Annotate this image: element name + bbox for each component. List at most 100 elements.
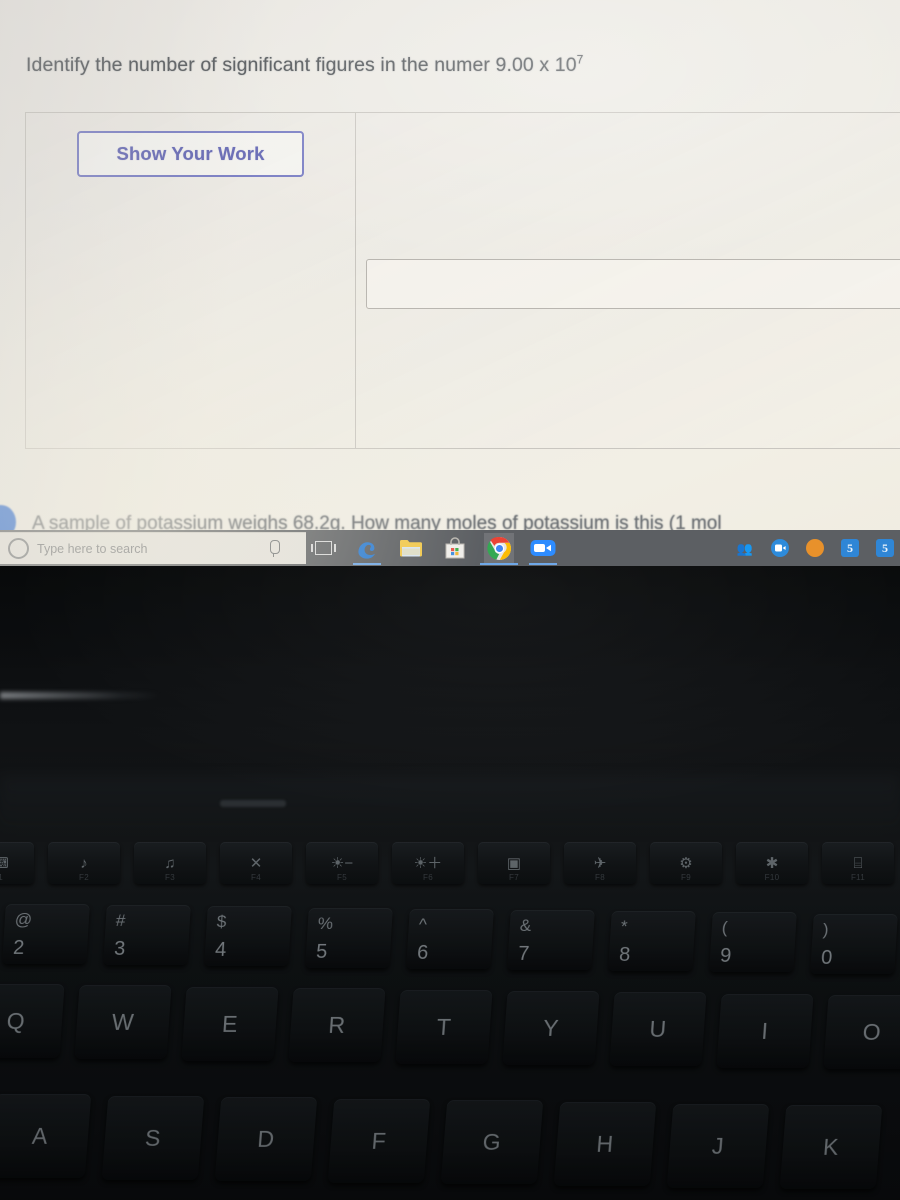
letter-key-k-label: K — [822, 1133, 840, 1160]
f2-key-speaker-down-label: F2 — [79, 873, 89, 882]
number-key-3-shift-label: # — [115, 911, 126, 931]
number-key-0-label: 0 — [820, 946, 833, 969]
letter-key-h[interactable]: H — [553, 1102, 657, 1186]
f5-key-brightness-down[interactable]: ☀− F5 — [306, 842, 378, 884]
number-key-6-shift-label: ^ — [418, 914, 428, 934]
letter-key-o[interactable]: O — [823, 995, 900, 1070]
f8-key-airplane[interactable]: ✈ F8 — [564, 842, 636, 884]
number-key-8-label: 8 — [618, 944, 631, 967]
f7-key-display-switch[interactable]: ▣ F7 — [478, 842, 550, 884]
tray-badge-label-1: 5 — [841, 539, 859, 557]
letter-key-j-label: J — [711, 1132, 726, 1159]
letter-key-r[interactable]: R — [288, 988, 386, 1063]
f9-key-settings-glyph: ⚙ — [679, 854, 693, 872]
f3-key-speaker-up-label: F3 — [165, 873, 175, 882]
letter-key-d[interactable]: D — [214, 1097, 318, 1182]
f4-key-mute-label: F4 — [251, 873, 261, 882]
f10-key-bluetooth[interactable]: ✱ F10 — [736, 842, 808, 884]
tray-people-share-icon[interactable]: 👥 — [734, 537, 756, 559]
number-key-9[interactable]: (9 — [709, 912, 797, 973]
letter-key-a[interactable]: A — [0, 1094, 92, 1178]
taskbar-app-zoom[interactable] — [528, 533, 558, 565]
number-key-8[interactable]: * 8 — [608, 911, 696, 972]
f5-key-brightness-down-glyph: ☀− — [330, 854, 354, 872]
letter-key-y[interactable]: Y — [502, 991, 600, 1065]
letter-key-s[interactable]: S — [101, 1095, 205, 1180]
taskbar-app-microsoft-store[interactable] — [440, 533, 470, 563]
letter-key-a-label: A — [31, 1122, 49, 1149]
f7-key-display-switch-glyph: ▣ — [506, 854, 522, 872]
tray-skype-icon-2[interactable]: 5 — [874, 537, 896, 559]
number-key-4-label: 4 — [214, 939, 227, 962]
letter-key-q[interactable]: Q — [0, 984, 65, 1058]
letter-key-g[interactable]: G — [440, 1100, 544, 1185]
taskbar-app-google-chrome[interactable] — [480, 533, 518, 565]
number-key-2[interactable]: @2 — [2, 904, 90, 964]
f3-key-speaker-up-glyph: ♫ — [164, 854, 176, 872]
cortana-circle-icon[interactable] — [8, 538, 29, 559]
number-key-0[interactable]: ) 0 — [810, 913, 898, 974]
letter-key-e-label: E — [221, 1010, 239, 1037]
chrome-icon — [486, 536, 511, 560]
f2-key-speaker-down[interactable]: ♪ F2 — [48, 842, 120, 884]
letter-key-u[interactable]: U — [609, 992, 707, 1067]
letter-key-s-label: S — [144, 1124, 162, 1151]
keyboard-deck-shadow — [0, 776, 900, 836]
f8-key-airplane-glyph: ✈ — [593, 854, 607, 872]
question-1-exponent: 7 — [576, 52, 584, 67]
letter-key-w-label: W — [111, 1008, 136, 1035]
number-key-4-shift-label: $ — [216, 912, 227, 932]
letter-key-y-label: Y — [542, 1014, 560, 1041]
f10-key-bluetooth-label: F10 — [764, 873, 780, 882]
f1-key-label: F1 — [0, 873, 3, 882]
tray-zoom-icon[interactable] — [769, 537, 791, 559]
letter-key-e[interactable]: E — [181, 986, 279, 1061]
question-text-1: Identify the number of significant figur… — [26, 52, 876, 78]
system-tray: 👥 5 5 — [734, 530, 900, 566]
store-icon — [445, 536, 465, 558]
f4-key-mute[interactable]: ✕ F4 — [220, 842, 292, 884]
function-key-row: ⌨F1 ♪F2 ♫F3 ✕F4 ☀−F5 ☀＋F6 ▣F7 ✈F8 ⚙F9 ✱F10 ⌸F11 — [0, 842, 894, 884]
number-key-7[interactable]: & 7 — [507, 910, 595, 970]
number-key-6[interactable]: ^ 6 — [406, 908, 494, 969]
number-key-7-shift-label: & — [519, 916, 532, 935]
microphone-icon[interactable] — [270, 540, 280, 557]
f1-key[interactable]: ⌨ F1 — [0, 842, 34, 884]
number-key-5-label: 5 — [315, 940, 328, 963]
f4-key-mute-glyph: ✕ — [249, 854, 263, 872]
show-your-work-button[interactable]: Show Your Work — [77, 131, 304, 177]
task-view-icon[interactable] — [306, 530, 340, 566]
f6-key-brightness-up[interactable]: ☀＋ F6 — [392, 842, 464, 884]
f2-key-speaker-down-glyph: ♪ — [80, 854, 88, 872]
letter-key-o-label: O — [861, 1018, 883, 1045]
tray-firefox-icon[interactable] — [804, 537, 826, 559]
f3-key-speaker-up[interactable]: ♫ F3 — [134, 842, 206, 884]
tray-skype-icon-1[interactable]: 5 — [839, 537, 861, 559]
number-key-4[interactable]: $4 — [204, 906, 292, 967]
taskbar-app-file-explorer[interactable] — [396, 533, 426, 563]
question-1-body: Identify the number of significant figur… — [26, 54, 577, 76]
answer-input[interactable] — [366, 259, 900, 309]
f9-key-settings-label: F9 — [681, 873, 691, 882]
number-key-5[interactable]: % 5 — [305, 907, 393, 968]
letter-key-f[interactable]: F — [327, 1098, 431, 1183]
f5-key-brightness-down-label: F5 — [337, 873, 347, 882]
letter-key-k[interactable]: K — [779, 1105, 883, 1190]
number-key-3[interactable]: #3 — [103, 905, 191, 966]
letter-key-t[interactable]: T — [395, 989, 493, 1064]
letter-key-i[interactable]: I — [716, 993, 814, 1068]
number-key-7-label: 7 — [517, 943, 530, 965]
letter-key-f-label: F — [370, 1127, 388, 1154]
laptop-photo-scene: Identify the number of significant figur… — [0, 0, 900, 1200]
letter-key-j[interactable]: J — [666, 1103, 770, 1188]
f9-key-settings[interactable]: ⚙ F9 — [650, 842, 722, 884]
number-key-6-label: 6 — [416, 941, 429, 964]
f10-key-bluetooth-glyph: ✱ — [765, 854, 779, 872]
taskbar-app-microsoft-edge[interactable] — [352, 533, 382, 565]
number-key-2-shift-label: @ — [14, 910, 33, 929]
taskbar-search-box[interactable]: Type here to search — [0, 532, 306, 564]
tray-badge-label-2: 5 — [876, 539, 894, 557]
letter-key-w[interactable]: W — [74, 985, 172, 1060]
letter-key-t-label: T — [435, 1013, 453, 1040]
f11-key-keyboard-backlight[interactable]: ⌸ F11 — [822, 842, 894, 884]
